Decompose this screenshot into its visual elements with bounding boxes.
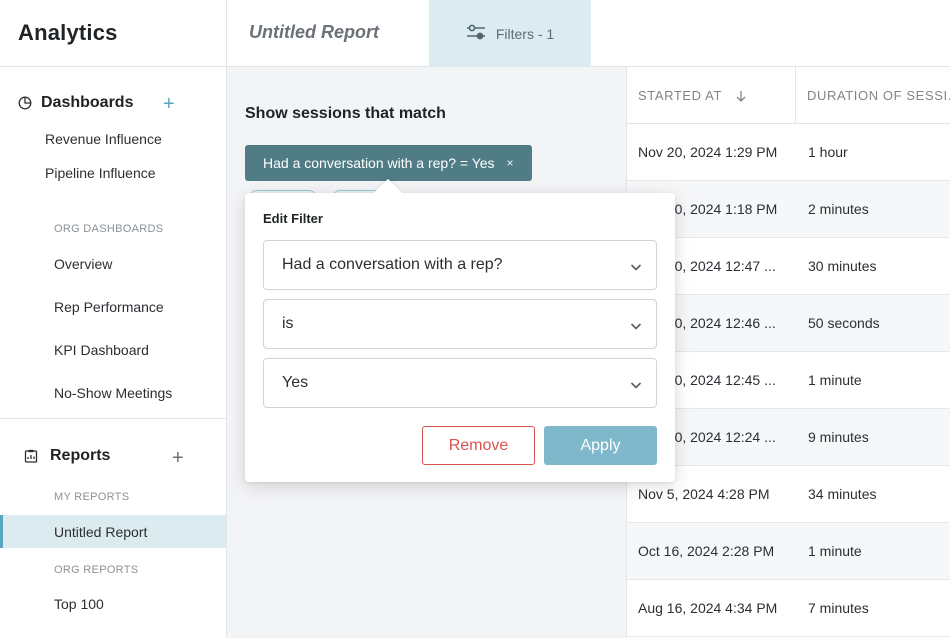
table-row[interactable]: Nov 20, 2024 1:29 PM 1 hour — [627, 124, 950, 181]
chevron-down-icon — [630, 378, 642, 390]
sidebar: Analytics Dashboards + Revenue Influence… — [0, 0, 227, 638]
sidebar-divider — [0, 418, 226, 419]
table-row[interactable]: Nov 20, 2024 12:47 ... 30 minutes — [627, 238, 950, 295]
chevron-down-icon — [630, 260, 642, 272]
chevron-down-icon — [630, 319, 642, 331]
sidebar-item-pipeline-influence[interactable]: Pipeline Influence — [45, 165, 156, 181]
table-row[interactable]: Nov 5, 2024 4:28 PM 34 minutes — [627, 466, 950, 523]
sidebar-item-overview[interactable]: Overview — [54, 256, 112, 272]
dashboards-title: Dashboards — [41, 94, 134, 111]
filter-value-select[interactable]: Yes — [263, 358, 657, 408]
filters-tab-label: Filters - 1 — [495, 25, 555, 42]
filter-operator-select[interactable]: is — [263, 299, 657, 349]
sidebar-item-revenue-influence[interactable]: Revenue Influence — [45, 131, 162, 147]
duration-cell: 2 minutes — [808, 201, 869, 217]
active-filter-chip-label: Had a conversation with a rep? = Yes — [263, 155, 495, 171]
filter-operator-value: is — [282, 315, 294, 332]
org-dashboards-caption: ORG DASHBOARDS — [54, 223, 164, 235]
table-row[interactable]: Nov 20, 2024 12:24 ... 9 minutes — [627, 409, 950, 466]
clipboard-icon — [24, 449, 38, 463]
edit-filter-title: Edit Filter — [263, 211, 323, 226]
apply-filter-button[interactable]: Apply — [544, 426, 657, 465]
sidebar-item-top-100[interactable]: Top 100 — [54, 596, 104, 612]
edit-filter-popover: Edit Filter Had a conversation with a re… — [245, 178, 675, 482]
filter-value-value: Yes — [282, 374, 309, 391]
filters-tab[interactable]: Filters - 1 — [429, 0, 591, 67]
duration-cell: 9 minutes — [808, 429, 869, 445]
add-dashboard-icon[interactable]: + — [163, 94, 175, 114]
filter-field-select[interactable]: Had a conversation with a rep? — [263, 240, 657, 290]
started-at-cell: Nov 5, 2024 4:28 PM — [638, 486, 770, 502]
active-filter-chip[interactable]: Had a conversation with a rep? = Yes × — [245, 145, 532, 181]
sidebar-item-no-show-meetings[interactable]: No-Show Meetings — [54, 385, 172, 401]
close-icon[interactable]: × — [507, 156, 514, 170]
add-report-icon[interactable]: + — [172, 448, 184, 468]
remove-filter-button[interactable]: Remove — [422, 426, 535, 465]
started-at-cell: Nov 20, 2024 1:29 PM — [638, 144, 778, 160]
sort-descending-icon[interactable] — [736, 90, 746, 102]
sidebar-item-rep-performance[interactable]: Rep Performance — [54, 299, 164, 315]
app-title: Analytics — [0, 0, 226, 67]
duration-cell: 30 minutes — [808, 258, 877, 274]
column-header-label: STARTED AT — [638, 88, 723, 103]
pie-chart-icon — [18, 96, 32, 110]
table-header: STARTED AT DURATION OF SESSI... — [627, 67, 950, 124]
org-reports-caption: ORG REPORTS — [54, 564, 139, 576]
duration-cell: 7 minutes — [808, 600, 869, 616]
table-row[interactable]: Oct 16, 2024 2:28 PM 1 minute — [627, 523, 950, 580]
table-row[interactable]: Aug 16, 2024 4:34 PM 7 minutes — [627, 580, 950, 637]
reports-title: Reports — [50, 447, 111, 464]
duration-cell: 1 minute — [808, 543, 862, 559]
table-row[interactable]: Nov 20, 2024 1:18 PM 2 minutes — [627, 181, 950, 238]
table-row[interactable]: Nov 20, 2024 12:46 ... 50 seconds — [627, 295, 950, 352]
table-row[interactable]: Nov 20, 2024 12:45 ... 1 minute — [627, 352, 950, 409]
duration-cell: 1 hour — [808, 144, 848, 160]
sliders-icon — [466, 24, 486, 43]
started-at-cell: Oct 16, 2024 2:28 PM — [638, 543, 775, 559]
reports-section-header: Reports + — [0, 447, 226, 468]
started-at-cell: Aug 16, 2024 4:34 PM — [638, 600, 778, 616]
dashboards-section-header: Dashboards + — [0, 94, 226, 114]
top-bar: Untitled Report Filters - 1 — [227, 0, 950, 67]
duration-cell: 50 seconds — [808, 315, 880, 331]
column-header-duration[interactable]: DURATION OF SESSI... — [796, 67, 950, 124]
report-title[interactable]: Untitled Report — [249, 22, 379, 43]
duration-cell: 1 minute — [808, 372, 862, 388]
sidebar-item-kpi-dashboard[interactable]: KPI Dashboard — [54, 342, 149, 358]
duration-cell: 34 minutes — [808, 486, 877, 502]
my-reports-caption: MY REPORTS — [54, 491, 130, 503]
filter-panel-heading: Show sessions that match — [245, 105, 446, 122]
sidebar-item-untitled-report-label: Untitled Report — [54, 524, 148, 540]
column-header-started-at[interactable]: STARTED AT — [627, 67, 796, 124]
filter-field-value: Had a conversation with a rep? — [282, 256, 503, 273]
